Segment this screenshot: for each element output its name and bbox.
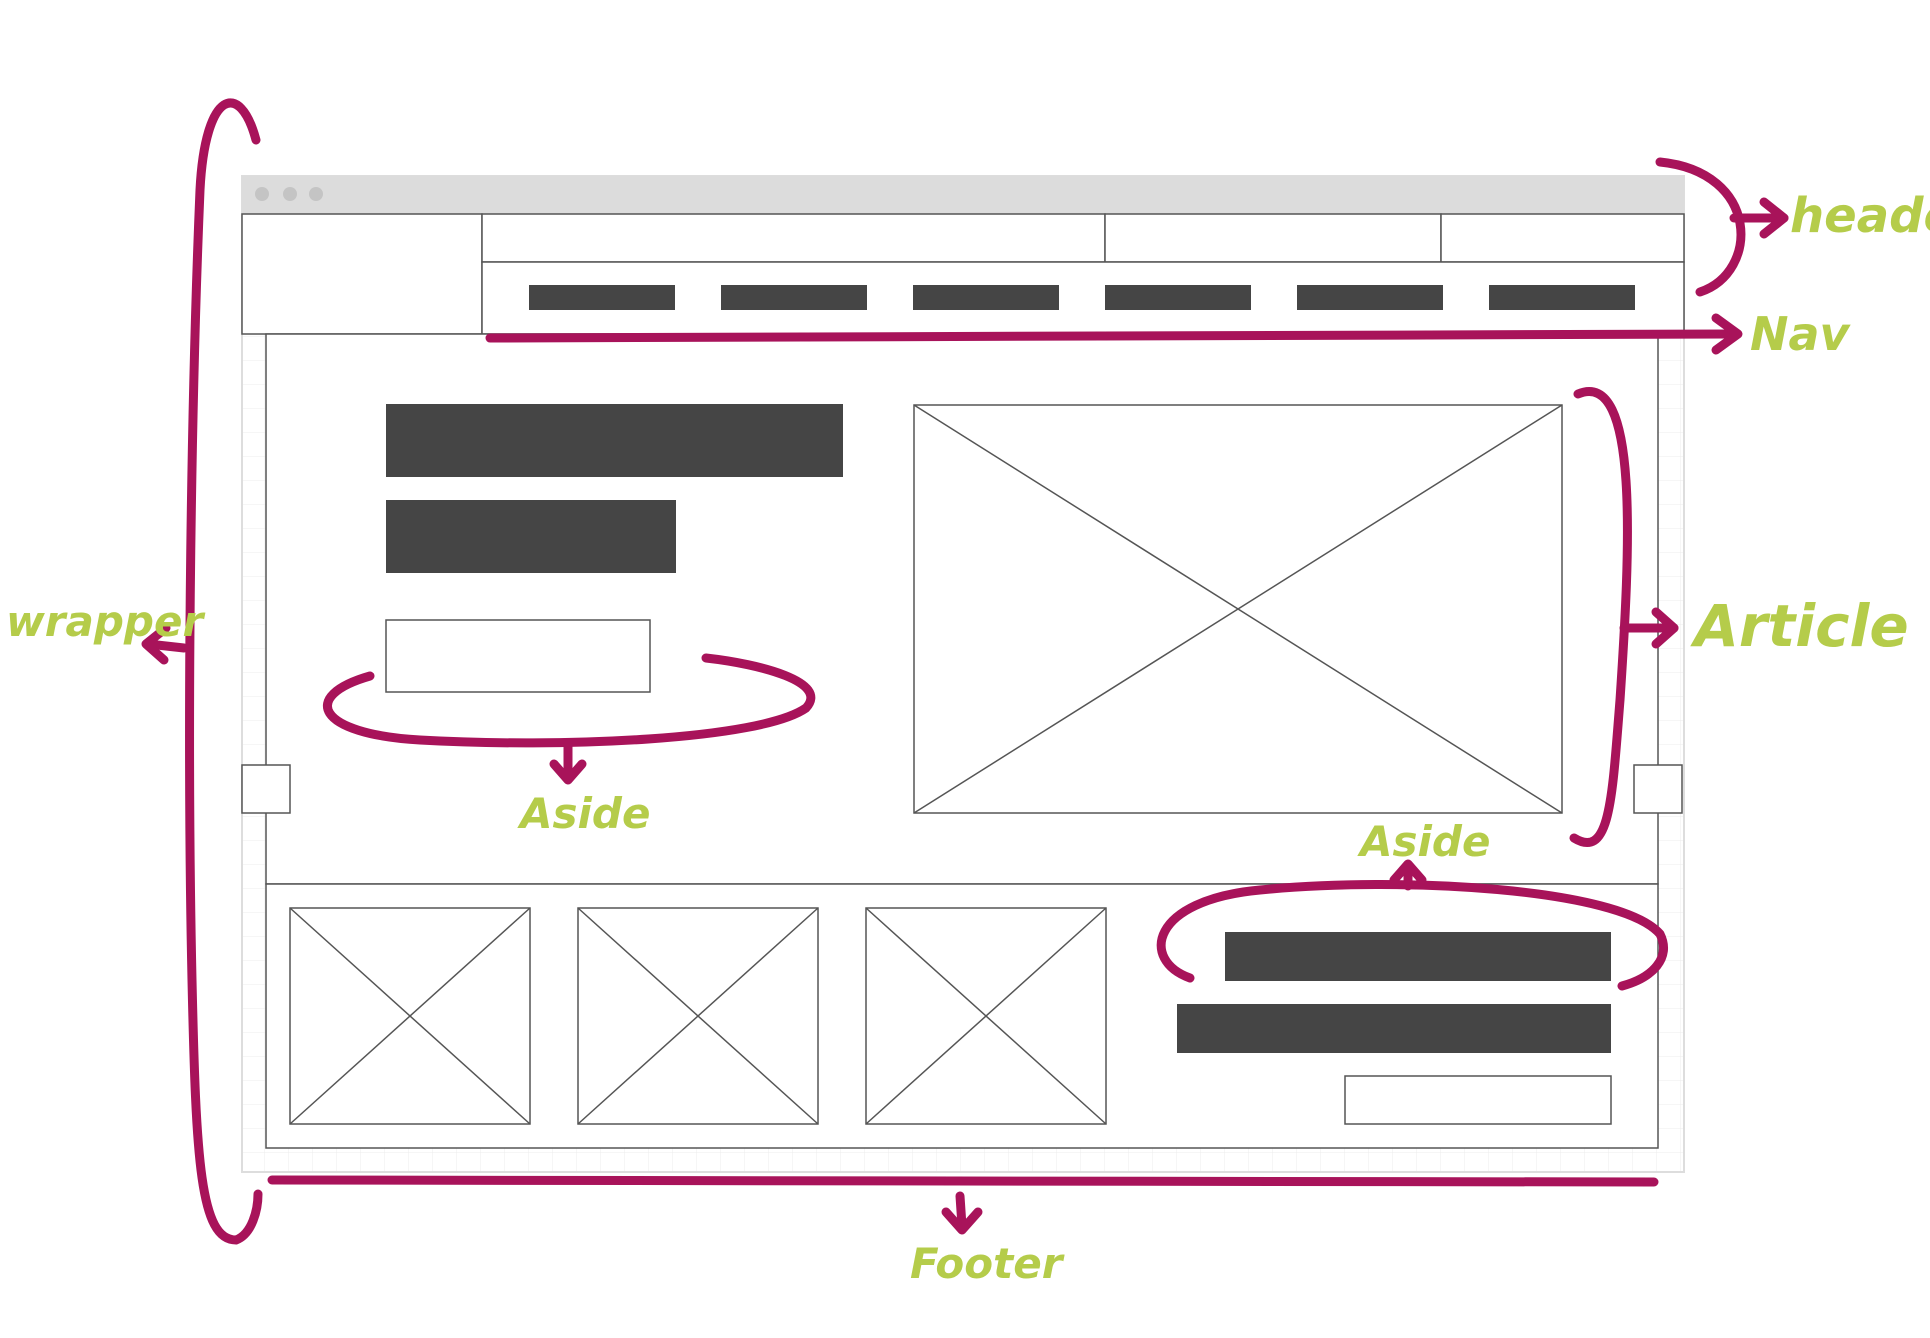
nav-item-4 [1105,285,1251,310]
nav-item-3 [913,285,1059,310]
footer-block-1 [1225,932,1611,981]
subheadline-block [386,500,676,573]
label-header: header [1790,188,1930,244]
nav-item-6 [1489,285,1635,310]
gallery-image-3 [865,907,1107,1125]
header-region [241,213,1685,335]
nav-item-1 [529,285,675,310]
label-aside-right: Aside [1357,817,1490,866]
layout-wireframe-diagram: header Nav Article wrapper Aside Aside F… [6,98,1930,1288]
side-handle-right [1633,764,1683,814]
hero-image-placeholder [913,404,1563,814]
browser-title-bar [242,176,1684,214]
cta-button-outline [385,619,651,693]
header-cell-3 [1440,213,1685,263]
footer-block-2 [1177,1004,1611,1053]
header-cell-1 [481,213,1106,263]
footer-underline [267,1175,1659,1187]
label-nav: Nav [1750,307,1852,361]
gallery-image-2 [577,907,819,1125]
browser-dot-3 [309,187,323,201]
logo-box [241,213,483,335]
browser-dot-1 [255,187,269,201]
gallery-image-1 [289,907,531,1125]
label-wrapper: wrapper [6,597,205,646]
label-aside-left: Aside [517,789,650,838]
footer-button-outline [1344,1075,1612,1125]
header-cell-2 [1104,213,1442,263]
browser-window-dots [255,187,323,201]
nav-underline [485,329,1735,343]
headline-block [386,404,843,477]
nav-item-2 [721,285,867,310]
browser-dot-2 [283,187,297,201]
label-article: Article [1690,592,1909,660]
side-handle-left [241,764,291,814]
label-footer: Footer [910,1239,1065,1288]
nav-item-5 [1297,285,1443,310]
gallery-thumbnails [289,907,1107,1125]
